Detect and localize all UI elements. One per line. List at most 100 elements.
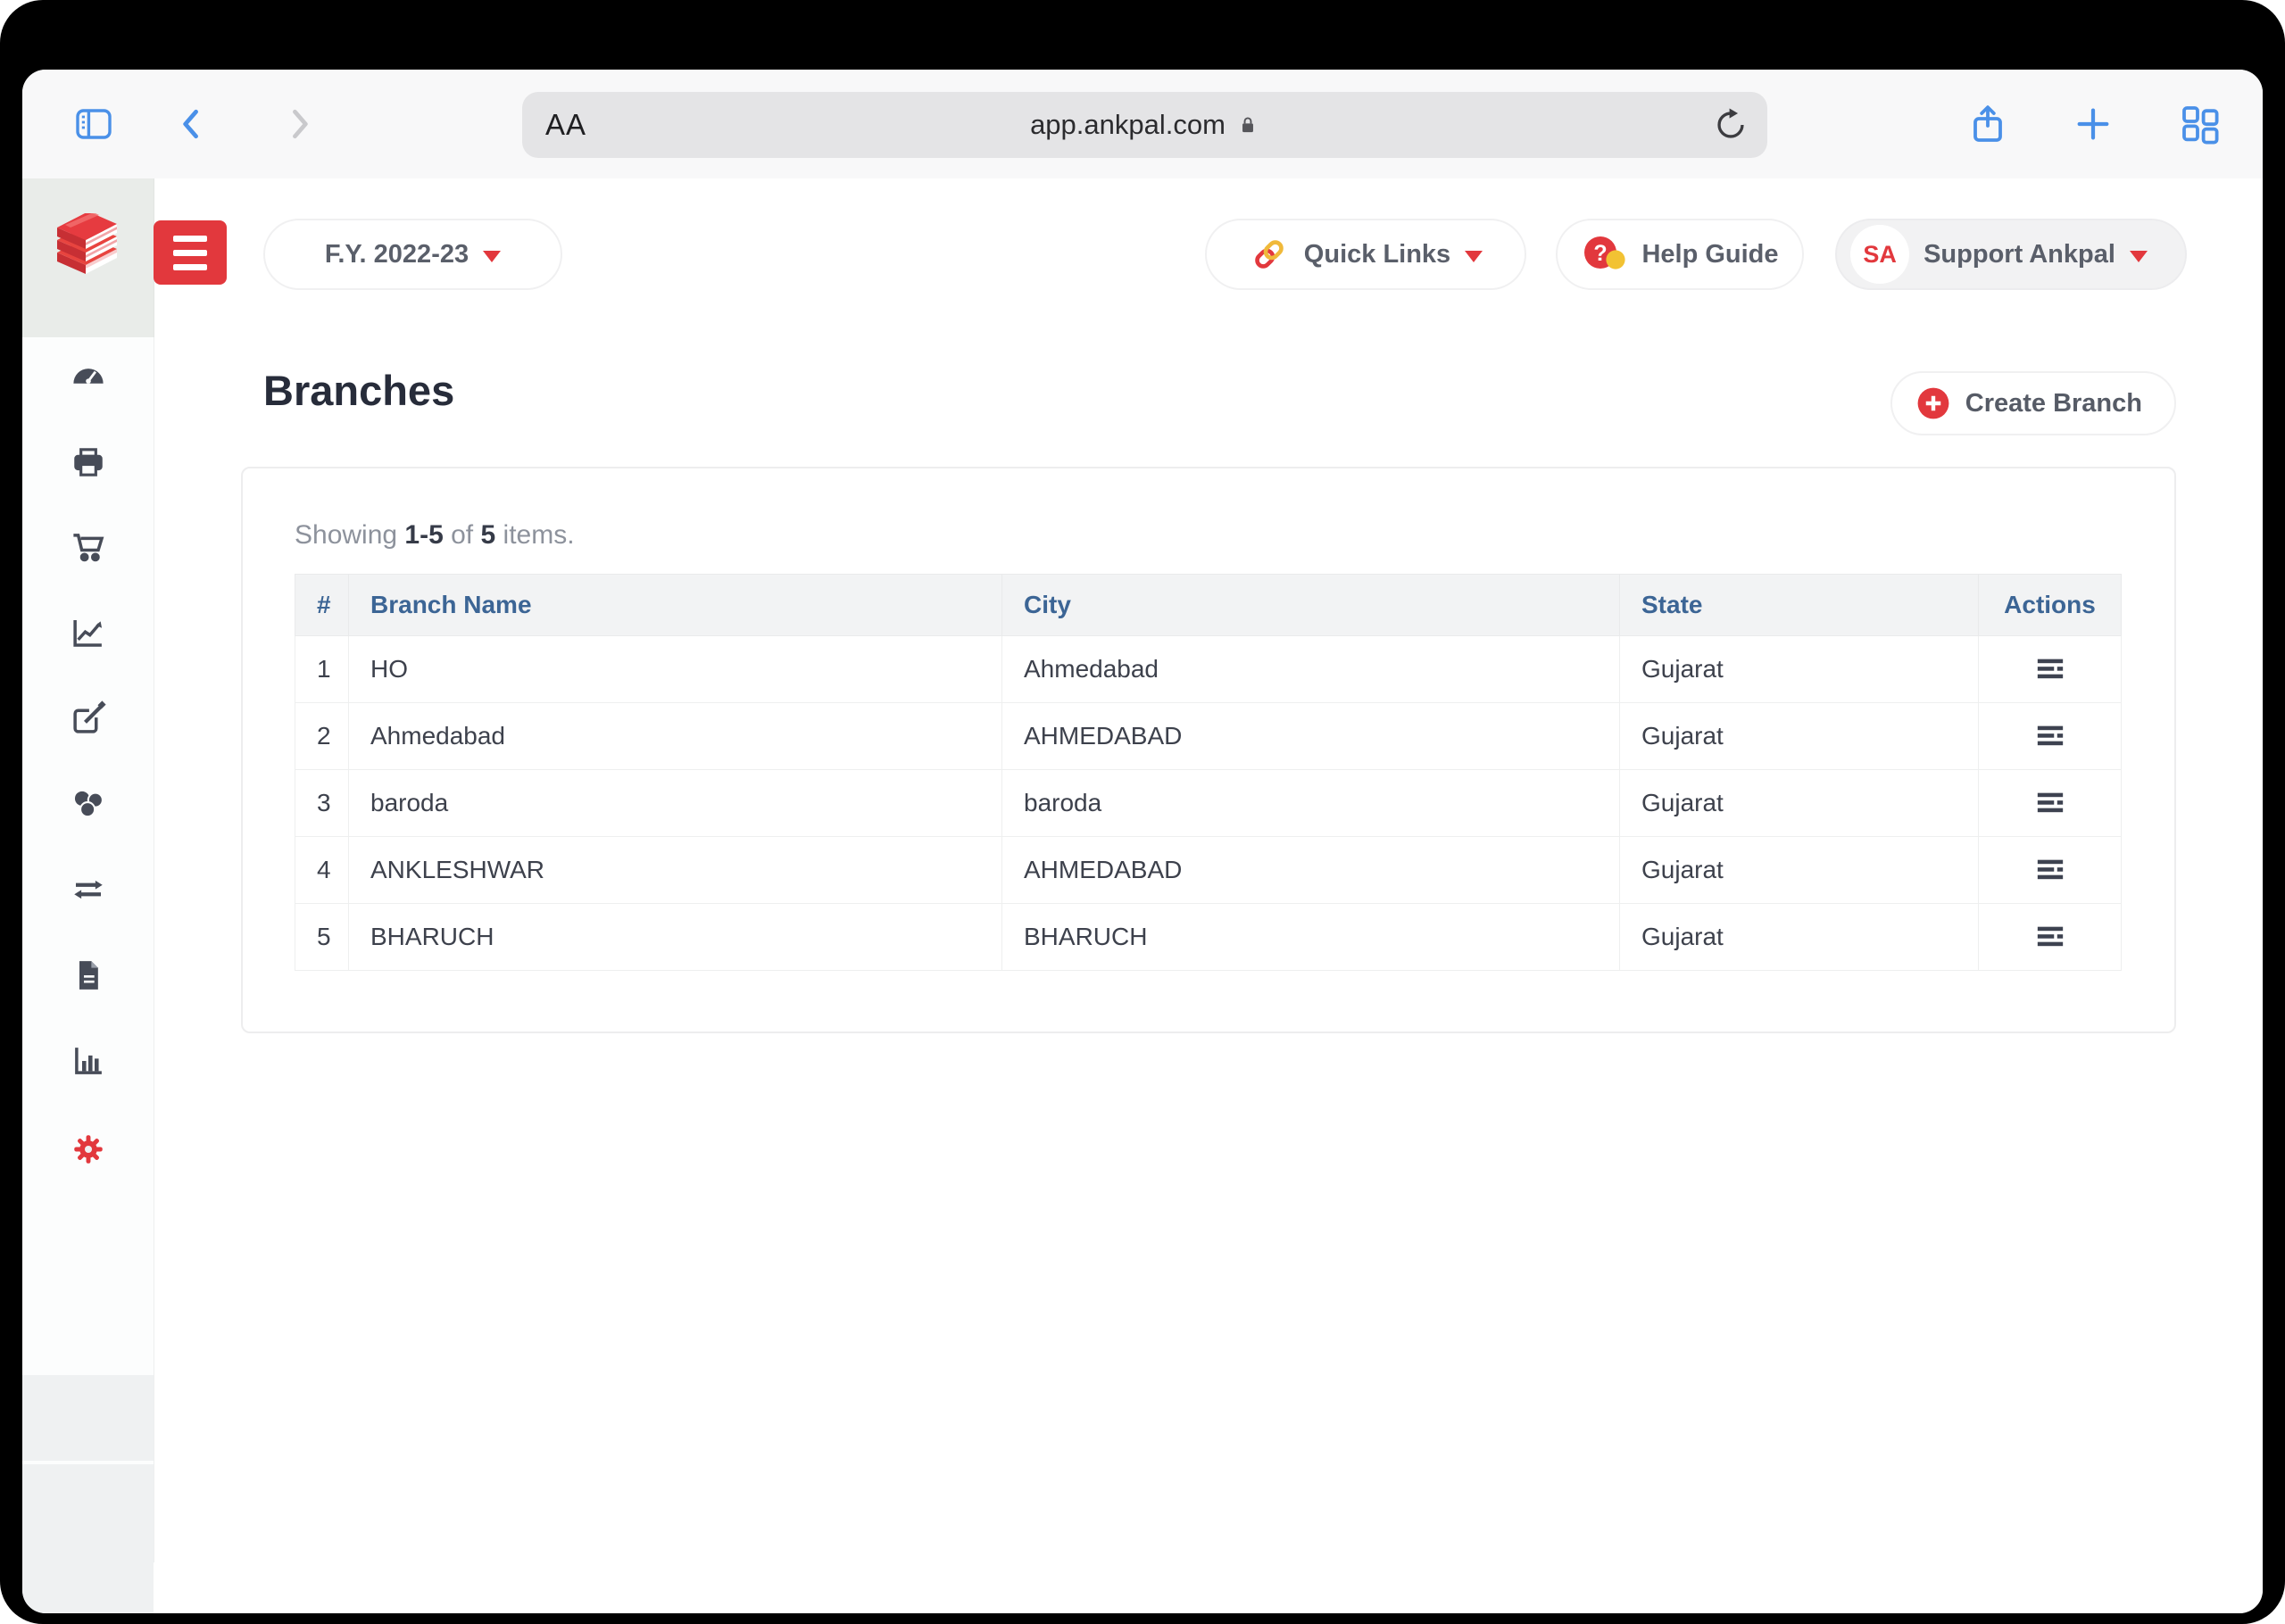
share-icon <box>1966 103 2009 145</box>
create-branch-button[interactable]: Create Branch <box>1890 371 2176 435</box>
sidebar-item-reports-trend[interactable] <box>22 591 154 675</box>
app-header: F.Y. 2022-23 Quick Links ? <box>22 178 2263 338</box>
transfer-icon <box>70 871 107 908</box>
share-button[interactable] <box>1952 70 2023 178</box>
page-title: Branches <box>263 366 454 415</box>
cell-city: AHMEDABAD <box>1002 837 1620 904</box>
summary-range: 1-5 <box>404 520 443 550</box>
line-chart-icon <box>70 614 107 651</box>
table-row: 3 baroda baroda Gujarat <box>295 770 2122 837</box>
chevron-down-icon <box>2130 251 2148 262</box>
address-bar[interactable]: AA app.ankpal.com <box>522 92 1767 158</box>
profile-name: Support Ankpal <box>1924 240 2115 269</box>
cell-branch-name: HO <box>349 636 1002 703</box>
sidebar-item-purchases[interactable] <box>22 505 154 589</box>
dashboard-icon <box>70 357 107 394</box>
browser-window: AA app.ankpal.com <box>22 70 2263 1613</box>
ankpal-logo <box>44 213 133 302</box>
forward-icon <box>279 104 319 144</box>
sidebar-item-entries[interactable] <box>22 676 154 760</box>
menu-icon <box>173 236 207 242</box>
table-header-row: # Branch Name City State Actions <box>295 575 2122 636</box>
tabs-overview-button[interactable] <box>2165 70 2236 178</box>
row-actions-button[interactable] <box>2027 783 2073 823</box>
sidebar-item-dashboard[interactable] <box>22 334 154 418</box>
sidebar-bottom-fill <box>22 1464 154 1613</box>
help-guide-label: Help Guide <box>1641 240 1778 269</box>
sidebar-item-analytics[interactable] <box>22 1019 154 1103</box>
summary-total: 5 <box>481 520 496 550</box>
main-content: Branches Create Branch Showing 1-5 of 5 … <box>154 337 2263 1613</box>
tabs-overview-icon <box>2179 103 2222 145</box>
link-icon <box>1249 234 1290 275</box>
cart-icon <box>70 528 107 566</box>
printer-icon <box>71 444 106 480</box>
edit-icon <box>70 700 107 737</box>
branches-table: # Branch Name City State Actions 1 HO Ah… <box>295 574 2122 971</box>
profile-dropdown[interactable]: SA Support Ankpal <box>1835 219 2187 290</box>
help-icon: ? <box>1581 231 1627 278</box>
row-actions-button[interactable] <box>2027 850 2073 890</box>
cell-num: 1 <box>295 636 349 703</box>
row-actions-button[interactable] <box>2027 650 2073 689</box>
cell-state: Gujarat <box>1620 770 1979 837</box>
cell-city: BHARUCH <box>1002 904 1620 971</box>
cell-city: AHMEDABAD <box>1002 703 1620 770</box>
bar-chart-icon <box>70 1042 107 1080</box>
device-frame: AA app.ankpal.com <box>0 0 2285 1624</box>
back-icon <box>172 104 212 144</box>
sidebar-item-settings[interactable] <box>22 1107 154 1191</box>
sidebar-item-documents[interactable] <box>22 933 154 1017</box>
new-tab-button[interactable] <box>2057 70 2129 178</box>
chevron-down-icon <box>483 251 501 262</box>
document-icon <box>71 957 106 993</box>
sidebar-nav <box>22 337 154 1562</box>
table-row: 5 BHARUCH BHARUCH Gujarat <box>295 904 2122 971</box>
fiscal-year-label: F.Y. 2022-23 <box>325 240 469 269</box>
sidebar-active-highlight <box>22 1375 154 1461</box>
back-button[interactable] <box>156 70 228 178</box>
svg-text:?: ? <box>1594 241 1608 266</box>
fiscal-year-dropdown[interactable]: F.Y. 2022-23 <box>263 219 562 290</box>
table-row: 2 Ahmedabad AHMEDABAD Gujarat <box>295 703 2122 770</box>
col-header-num[interactable]: # <box>295 575 349 636</box>
cell-city: baroda <box>1002 770 1620 837</box>
col-header-actions: Actions <box>1979 575 2122 636</box>
sidebar-item-transactions[interactable] <box>22 848 154 932</box>
url-text-wrap: app.ankpal.com <box>522 92 1767 158</box>
avatar: SA <box>1850 225 1909 284</box>
quick-links-label: Quick Links <box>1304 240 1450 269</box>
cell-branch-name: baroda <box>349 770 1002 837</box>
coins-icon <box>70 785 107 823</box>
sidebar-item-print[interactable] <box>22 420 154 504</box>
menu-button[interactable] <box>154 220 227 285</box>
settings-gear-icon <box>70 1131 107 1168</box>
browser-toolbar: AA app.ankpal.com <box>22 70 2263 179</box>
create-branch-label: Create Branch <box>1965 389 2142 418</box>
cell-num: 5 <box>295 904 349 971</box>
app-logo-cell[interactable] <box>22 178 154 337</box>
sidebar-toggle-button[interactable] <box>58 70 129 178</box>
row-actions-button[interactable] <box>2027 717 2073 756</box>
reload-button[interactable] <box>1712 92 1749 158</box>
cell-state: Gujarat <box>1620 703 1979 770</box>
chevron-down-icon <box>1465 251 1483 262</box>
sidebar-item-assets[interactable] <box>22 762 154 846</box>
cell-num: 4 <box>295 837 349 904</box>
col-header-state[interactable]: State <box>1620 575 1979 636</box>
col-header-city[interactable]: City <box>1002 575 1620 636</box>
table-row: 4 ANKLESHWAR AHMEDABAD Gujarat <box>295 837 2122 904</box>
table-row: 1 HO Ahmedabad Gujarat <box>295 636 2122 703</box>
help-guide-button[interactable]: ? Help Guide <box>1556 219 1804 290</box>
quick-links-dropdown[interactable]: Quick Links <box>1205 219 1526 290</box>
cell-branch-name: Ahmedabad <box>349 703 1002 770</box>
row-actions-button[interactable] <box>2027 917 2073 957</box>
cell-branch-name: ANKLESHWAR <box>349 837 1002 904</box>
col-header-branch-name[interactable]: Branch Name <box>349 575 1002 636</box>
branches-card: Showing 1-5 of 5 items. # Branch Name Ci… <box>241 467 2176 1033</box>
lock-icon <box>1236 113 1259 137</box>
cell-city: Ahmedabad <box>1002 636 1620 703</box>
cell-state: Gujarat <box>1620 904 1979 971</box>
cell-state: Gujarat <box>1620 636 1979 703</box>
forward-button[interactable] <box>263 70 335 178</box>
